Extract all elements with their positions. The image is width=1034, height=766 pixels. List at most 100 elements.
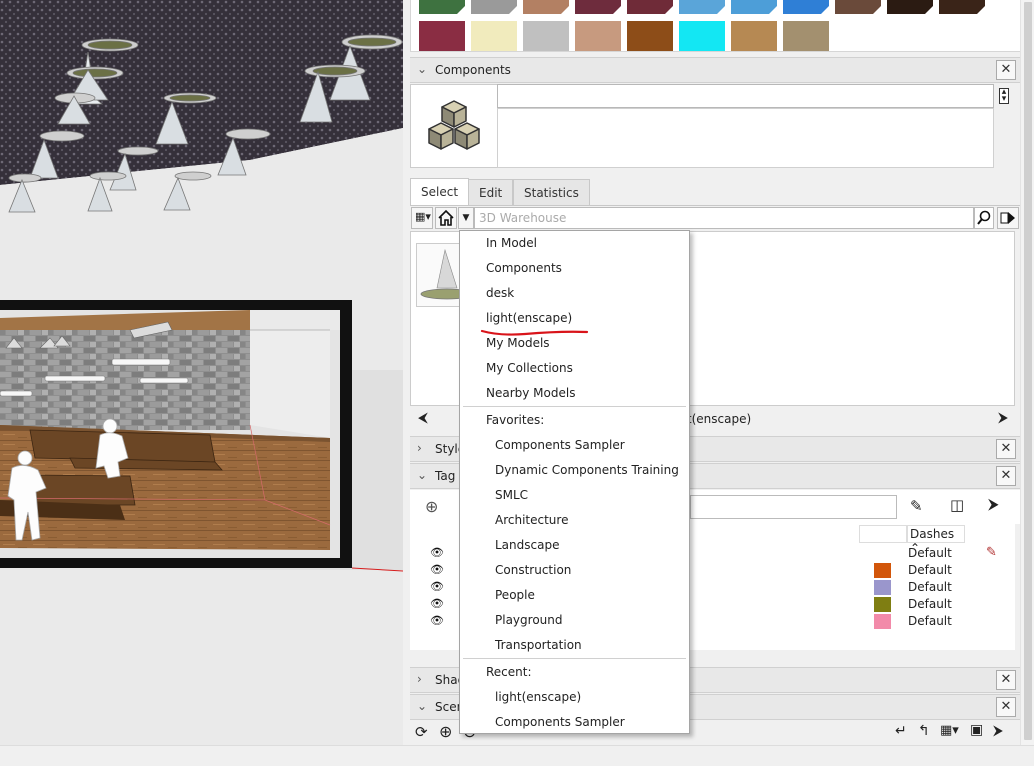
menu-item-my-models[interactable]: My Models bbox=[486, 336, 550, 356]
view-options-icon[interactable]: ▦▾ bbox=[411, 207, 433, 229]
scene-canvas[interactable] bbox=[0, 0, 403, 745]
refresh-icon[interactable]: ⟳ bbox=[415, 723, 428, 741]
scene-thumbnail-icon[interactable]: ▣ bbox=[970, 722, 983, 738]
material-swatch[interactable] bbox=[679, 0, 725, 14]
tab-edit[interactable]: Edit bbox=[468, 179, 514, 205]
menu-item-favorite[interactable]: Transportation bbox=[495, 638, 582, 658]
component-name-field[interactable] bbox=[497, 84, 994, 108]
close-icon[interactable]: ✕ bbox=[996, 439, 1016, 459]
chevron-down-icon[interactable]: ⌄ bbox=[417, 62, 427, 76]
close-icon[interactable]: ✕ bbox=[996, 466, 1016, 486]
menu-item-favorite[interactable]: Landscape bbox=[495, 538, 559, 558]
menu-item-my-collections[interactable]: My Collections bbox=[486, 361, 573, 381]
material-swatch[interactable] bbox=[471, 0, 517, 14]
tag-dashes-value[interactable]: Default bbox=[908, 580, 952, 594]
material-swatch[interactable] bbox=[679, 21, 725, 51]
components-source-dropdown[interactable]: In Model Components desk light(enscape) … bbox=[459, 230, 690, 734]
material-swatch[interactable] bbox=[575, 0, 621, 14]
material-swatch[interactable] bbox=[523, 0, 569, 14]
tag-search-input[interactable] bbox=[690, 495, 897, 519]
dashes-column-header[interactable]: Dashes ⌃ bbox=[907, 525, 965, 555]
menu-item-recent[interactable]: light(enscape) bbox=[495, 690, 581, 710]
material-swatch[interactable] bbox=[523, 21, 569, 51]
component-cubes-icon bbox=[428, 100, 480, 150]
tab-select[interactable]: Select bbox=[410, 178, 470, 205]
chevron-down-icon[interactable]: ⌄ bbox=[417, 699, 427, 713]
add-scene-icon[interactable]: ⊕ bbox=[439, 722, 452, 741]
close-icon[interactable]: ✕ bbox=[996, 697, 1016, 717]
details-arrow-icon[interactable]: ⮞ bbox=[988, 495, 999, 513]
back-arrow-icon[interactable]: ⮜ bbox=[418, 410, 428, 426]
material-swatch[interactable] bbox=[627, 21, 673, 51]
menu-section-recent: Recent: bbox=[486, 665, 532, 679]
menu-item-in-model[interactable]: In Model bbox=[486, 236, 537, 256]
menu-item-nearby-models[interactable]: Nearby Models bbox=[486, 386, 575, 406]
component-thumbnail bbox=[410, 84, 498, 168]
pencil-icon[interactable]: ✎ bbox=[910, 497, 923, 515]
visibility-eye-icon[interactable]: 👁 bbox=[430, 597, 444, 610]
tag-color-swatch[interactable] bbox=[874, 580, 891, 595]
active-tag-pencil-icon: ✎ bbox=[986, 545, 997, 560]
tag-dashes-value[interactable]: Default bbox=[908, 546, 952, 560]
view-options-icon[interactable]: ▦▾ bbox=[940, 723, 959, 738]
material-swatch[interactable] bbox=[939, 0, 985, 14]
chevron-down-icon[interactable]: ⌄ bbox=[417, 468, 427, 482]
material-swatch[interactable] bbox=[627, 0, 673, 14]
tags-panel-title: Tag bbox=[435, 469, 456, 483]
menu-item-favorite[interactable]: SMLC bbox=[495, 488, 528, 508]
tab-statistics[interactable]: Statistics bbox=[513, 179, 590, 205]
tag-dashes-value[interactable]: Default bbox=[908, 563, 952, 577]
chevron-down-icon[interactable]: ▼ bbox=[458, 207, 474, 229]
material-swatch[interactable] bbox=[887, 0, 933, 14]
material-swatch[interactable] bbox=[575, 21, 621, 51]
menu-item-favorite[interactable]: Components Sampler bbox=[495, 438, 625, 458]
tag-dashes-value[interactable]: Default bbox=[908, 597, 952, 611]
visibility-eye-icon[interactable]: 👁 bbox=[430, 614, 444, 627]
search-icon[interactable] bbox=[974, 207, 994, 229]
move-scene-down-icon[interactable]: ↵ bbox=[895, 723, 907, 739]
forward-arrow-icon[interactable]: ⮞ bbox=[998, 410, 1008, 426]
material-swatch[interactable] bbox=[471, 21, 517, 51]
component-details-icon[interactable]: ▴ ▾ bbox=[999, 88, 1009, 106]
components-panel-title: Components bbox=[435, 63, 511, 77]
material-swatch[interactable] bbox=[731, 0, 777, 14]
tag-color-swatch[interactable] bbox=[874, 597, 891, 612]
model-viewport[interactable] bbox=[0, 0, 403, 745]
menu-item-favorite[interactable]: People bbox=[495, 588, 535, 608]
material-swatch[interactable] bbox=[419, 21, 465, 51]
visibility-eye-icon[interactable]: 👁 bbox=[430, 580, 444, 593]
material-swatch[interactable] bbox=[731, 21, 777, 51]
tag-dashes-value[interactable]: Default bbox=[908, 614, 952, 628]
visibility-eye-icon[interactable]: 👁 bbox=[430, 563, 444, 576]
tag-color-swatch[interactable] bbox=[874, 614, 891, 629]
component-description-field[interactable] bbox=[497, 108, 994, 168]
menu-item-favorite[interactable]: Playground bbox=[495, 613, 562, 633]
close-icon[interactable]: ✕ bbox=[996, 670, 1016, 690]
details-arrow-icon[interactable]: ⮞ bbox=[993, 723, 1003, 739]
tag-tool-icon[interactable]: ◫ bbox=[950, 496, 964, 514]
menu-item-favorite[interactable]: Architecture bbox=[495, 513, 568, 533]
menu-section-favorites: Favorites: bbox=[486, 413, 545, 427]
menu-item-favorite[interactable]: Construction bbox=[495, 563, 571, 583]
menu-item-components[interactable]: Components bbox=[486, 261, 562, 281]
search-input[interactable]: 3D Warehouse bbox=[474, 207, 974, 229]
chevron-right-icon[interactable]: › bbox=[417, 441, 422, 455]
tray-scrollbar[interactable] bbox=[1020, 0, 1034, 745]
menu-item-recent[interactable]: Components Sampler bbox=[495, 715, 625, 735]
home-icon[interactable] bbox=[435, 207, 457, 229]
material-swatch[interactable] bbox=[783, 21, 829, 51]
material-swatch[interactable] bbox=[783, 0, 829, 14]
tag-color-swatch[interactable] bbox=[874, 563, 891, 578]
menu-item-favorite[interactable]: Dynamic Components Training bbox=[495, 463, 679, 483]
close-icon[interactable]: ✕ bbox=[996, 60, 1016, 80]
menu-item-desk[interactable]: desk bbox=[486, 286, 514, 306]
details-arrow-icon[interactable] bbox=[997, 207, 1019, 229]
visibility-eye-icon[interactable]: 👁 bbox=[430, 546, 444, 559]
add-tag-icon[interactable]: ⊕ bbox=[425, 497, 438, 516]
move-scene-up-icon[interactable]: ↰ bbox=[918, 723, 930, 739]
chevron-right-icon[interactable]: › bbox=[417, 672, 422, 686]
material-swatch[interactable] bbox=[419, 0, 465, 14]
material-swatch[interactable] bbox=[835, 0, 881, 14]
components-panel-header[interactable]: ⌄ Components ✕ bbox=[410, 57, 1022, 83]
status-bar bbox=[0, 745, 1034, 766]
